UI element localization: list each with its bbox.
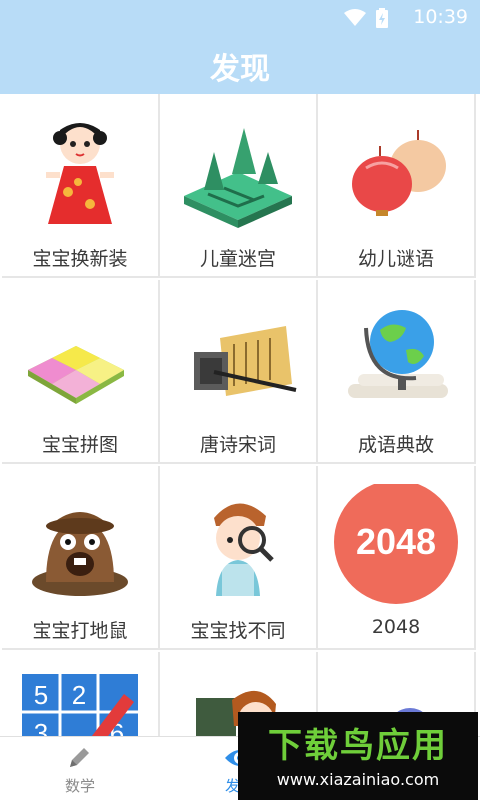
puzzle-icon [28,346,124,404]
lantern-icon [352,130,446,216]
scroll-brush-icon [194,326,297,396]
app-bar: 发现 [0,36,480,94]
grid-item-whack-a-mole[interactable]: 宝宝打地鼠 [2,466,160,650]
status-icons [344,8,388,28]
grid-digit: 5 [34,680,48,710]
nav-item-label: 数学 [64,777,95,795]
magnifier-boy-icon [214,503,274,596]
maze-icon [184,128,292,228]
grid-item-number-grid[interactable]: 5 2 3 6 [2,652,160,736]
2048-text: 2048 [356,521,436,562]
grid-digit: 3 [34,718,48,736]
grid-item-idioms[interactable]: 成语典故 [318,280,476,464]
mole-icon [32,512,128,596]
grid-item-2048[interactable]: 2048 2048 [318,466,476,650]
dress-up-girl-icon [46,123,114,224]
number-grid-icon: 5 2 3 6 [22,674,138,736]
watermark-main: 下载鸟应用 [268,726,448,766]
grid-digit: 2 [72,680,86,710]
grid-item-maze[interactable]: 儿童迷宫 [160,94,318,278]
grid-item-spot-difference[interactable]: 宝宝找不同 [160,466,318,650]
grid-item-label: 宝宝找不同 [190,620,286,642]
grid-item-dress-up[interactable]: 宝宝换新装 [2,94,160,278]
pencil-icon [70,748,89,767]
grid-item-label: 成语典故 [357,434,434,456]
grid-item-riddles[interactable]: 幼儿谜语 [318,94,476,278]
status-bar: 10:39 [0,0,480,36]
status-time: 10:39 [413,6,468,28]
grid-item-label: 宝宝拼图 [41,434,118,456]
grid-item-label: 宝宝换新装 [32,248,128,270]
grid-item-puzzle[interactable]: 宝宝拼图 [2,280,160,464]
battery-icon [376,8,388,28]
grid-item-label: 2048 [371,616,421,638]
globe-icon [348,310,448,398]
grid-item-label: 幼儿谜语 [357,248,434,270]
feature-grid: 宝宝换新装 儿童迷宫 幼儿谜语 宝宝拼图 唐诗宋词 成语典故 宝宝打地鼠 宝宝找… [0,94,480,736]
grid-item-label: 宝宝打地鼠 [32,620,128,642]
watermark-url: www.xiazainiao.com [276,770,440,789]
grid-item-label: 儿童迷宫 [199,248,276,270]
wifi-icon [344,9,366,26]
2048-icon: 2048 [334,484,458,604]
watermark: 下载鸟应用 www.xiazainiao.com [238,712,478,800]
grid-item-label: 唐诗宋词 [199,434,276,456]
grid-item-poetry[interactable]: 唐诗宋词 [160,280,318,464]
nav-item-math[interactable]: 数学 [0,737,160,801]
page-title: 发现 [210,52,270,87]
